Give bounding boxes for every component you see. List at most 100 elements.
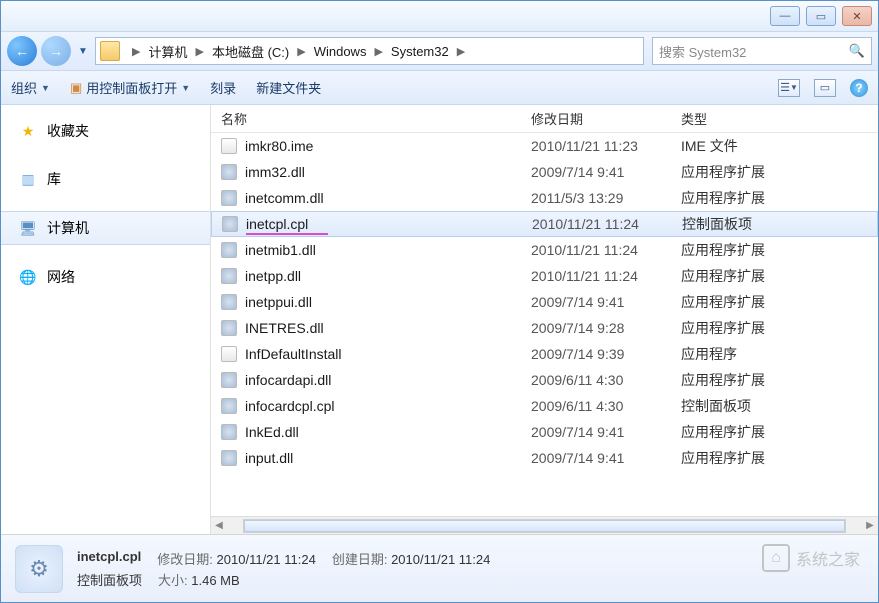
main-area: ★收藏夹 ▥库 🖥计算机 🌐 网络 名称 修改日期 类型 imkr80.ime20… (1, 105, 878, 534)
file-icon (221, 268, 237, 284)
help-button[interactable]: ? (850, 79, 868, 97)
explorer-window: — ▭ ✕ ← → ▼ ▶ 计算机 ▶ 本地磁盘 (C:) ▶ Windows … (0, 0, 879, 603)
navbar: ← → ▼ ▶ 计算机 ▶ 本地磁盘 (C:) ▶ Windows ▶ Syst… (1, 31, 878, 71)
search-icon: 🔍 (849, 43, 865, 59)
breadcrumb-windows[interactable]: Windows (312, 44, 369, 59)
file-date: 2010/11/21 11:24 (531, 268, 681, 284)
search-input[interactable]: 搜索 System32 🔍 (652, 37, 872, 65)
file-name: inetcpl.cpl (246, 216, 308, 232)
preview-pane-button[interactable]: ▭ (814, 79, 836, 97)
file-row[interactable]: inetcpl.cpl2010/11/21 11:24控制面板项 (211, 211, 878, 237)
sidebar-item-computer[interactable]: 🖥计算机 (1, 211, 210, 245)
file-name: imm32.dll (245, 164, 305, 180)
file-type: 应用程序扩展 (681, 422, 878, 442)
file-icon (221, 294, 237, 310)
maximize-button[interactable]: ▭ (806, 6, 836, 26)
file-row[interactable]: inetcomm.dll2011/5/3 13:29应用程序扩展 (211, 185, 878, 211)
highlight-underline (246, 233, 328, 235)
file-row[interactable]: INETRES.dll2009/7/14 9:28应用程序扩展 (211, 315, 878, 341)
file-row[interactable]: InfDefaultInstall2009/7/14 9:39应用程序 (211, 341, 878, 367)
scrollbar-thumb[interactable] (244, 520, 845, 532)
details-created: 2010/11/21 11:24 (391, 552, 490, 567)
file-date: 2009/6/11 4:30 (531, 372, 681, 388)
file-name: InkEd.dll (245, 424, 299, 440)
sidebar-label: 库 (47, 169, 61, 189)
file-type: 应用程序 (681, 344, 878, 364)
file-name: INETRES.dll (245, 320, 324, 336)
file-icon (221, 138, 237, 154)
file-row[interactable]: input.dll2009/7/14 9:41应用程序扩展 (211, 445, 878, 471)
file-row[interactable]: inetmib1.dll2010/11/21 11:24应用程序扩展 (211, 237, 878, 263)
sidebar-item-favorites[interactable]: ★收藏夹 (1, 115, 210, 147)
nav-sidebar: ★收藏夹 ▥库 🖥计算机 🌐 网络 (1, 105, 211, 534)
file-name: inetmib1.dll (245, 242, 316, 258)
search-placeholder: 搜索 System32 (659, 42, 746, 61)
breadcrumb-system32[interactable]: System32 (389, 44, 451, 59)
address-bar[interactable]: ▶ 计算机 ▶ 本地磁盘 (C:) ▶ Windows ▶ System32 ▶ (95, 37, 644, 65)
file-date: 2009/7/14 9:41 (531, 424, 681, 440)
file-icon (221, 320, 237, 336)
chevron-right-icon[interactable]: ▶ (126, 45, 146, 58)
horizontal-scrollbar[interactable]: ◀ ▶ (211, 516, 878, 534)
file-name: input.dll (245, 450, 293, 466)
back-button[interactable]: ← (7, 36, 37, 66)
column-date[interactable]: 修改日期 (531, 109, 681, 128)
file-row[interactable]: InkEd.dll 2009/7/14 9:41应用程序扩展 (211, 419, 878, 445)
history-dropdown[interactable]: ▼ (75, 46, 91, 57)
details-filetype: 控制面板项 (77, 570, 142, 589)
sidebar-label: 计算机 (47, 218, 89, 238)
forward-button[interactable]: → (41, 36, 71, 66)
file-icon (221, 372, 237, 388)
breadcrumb-drive[interactable]: 本地磁盘 (C:) (210, 42, 291, 61)
file-type: 应用程序扩展 (681, 162, 878, 182)
network-icon: 🌐 (19, 268, 37, 286)
details-filename: inetcpl.cpl (77, 549, 141, 568)
details-size: 1.46 MB (191, 573, 239, 588)
file-type: 应用程序扩展 (681, 448, 878, 468)
sidebar-label: 网络 (47, 267, 75, 287)
file-type: 应用程序扩展 (681, 266, 878, 286)
chevron-right-icon[interactable]: ▶ (189, 45, 209, 58)
burn-button[interactable]: 刻录 (210, 78, 236, 97)
chevron-right-icon[interactable]: ▶ (291, 45, 311, 58)
gear-icon: ⚙ (15, 545, 63, 593)
file-date: 2011/5/3 13:29 (531, 190, 681, 206)
breadcrumb-computer[interactable]: 计算机 (146, 42, 189, 61)
file-name: infocardcpl.cpl (245, 398, 335, 414)
file-date: 2009/6/11 4:30 (531, 398, 681, 414)
column-type[interactable]: 类型 (681, 109, 878, 128)
scroll-right-icon[interactable]: ▶ (862, 520, 878, 531)
view-menu[interactable]: ☰ ▼ (778, 79, 800, 97)
file-type: 应用程序扩展 (681, 370, 878, 390)
file-type: 应用程序扩展 (681, 292, 878, 312)
chevron-down-icon: ▼ (41, 83, 50, 93)
close-button[interactable]: ✕ (842, 6, 872, 26)
file-icon (222, 216, 238, 232)
sidebar-item-network[interactable]: 🌐 网络 (1, 261, 210, 293)
file-row[interactable]: infocardcpl.cpl2009/6/11 4:30控制面板项 (211, 393, 878, 419)
minimize-button[interactable]: — (770, 6, 800, 26)
file-icon (221, 424, 237, 440)
file-date: 2009/7/14 9:41 (531, 164, 681, 180)
file-row[interactable]: infocardapi.dll2009/6/11 4:30应用程序扩展 (211, 367, 878, 393)
details-moddate-label: 修改日期: (157, 552, 213, 567)
scroll-left-icon[interactable]: ◀ (211, 520, 227, 531)
chevron-right-icon[interactable]: ▶ (451, 45, 471, 58)
file-type: 应用程序扩展 (681, 318, 878, 338)
column-name[interactable]: 名称 (221, 109, 531, 128)
details-pane: ⚙ inetcpl.cpl 修改日期: 2010/11/21 11:24 创建日… (1, 534, 878, 602)
file-date: 2009/7/14 9:41 (531, 294, 681, 310)
file-row[interactable]: inetppui.dll2009/7/14 9:41应用程序扩展 (211, 289, 878, 315)
sidebar-item-libraries[interactable]: ▥库 (1, 163, 210, 195)
titlebar: — ▭ ✕ (1, 1, 878, 31)
new-folder-button[interactable]: 新建文件夹 (256, 78, 321, 97)
chevron-right-icon[interactable]: ▶ (368, 45, 388, 58)
open-control-panel-menu[interactable]: ▣用控制面板打开▼ (70, 78, 190, 97)
file-date: 2009/7/14 9:39 (531, 346, 681, 362)
file-row[interactable]: imkr80.ime2010/11/21 11:23IME 文件 (211, 133, 878, 159)
file-type: IME 文件 (681, 136, 878, 156)
organize-menu[interactable]: 组织▼ (11, 78, 50, 97)
file-row[interactable]: imm32.dll 2009/7/14 9:41应用程序扩展 (211, 159, 878, 185)
file-row[interactable]: inetpp.dll2010/11/21 11:24应用程序扩展 (211, 263, 878, 289)
file-rows: imkr80.ime2010/11/21 11:23IME 文件imm32.dl… (211, 133, 878, 516)
